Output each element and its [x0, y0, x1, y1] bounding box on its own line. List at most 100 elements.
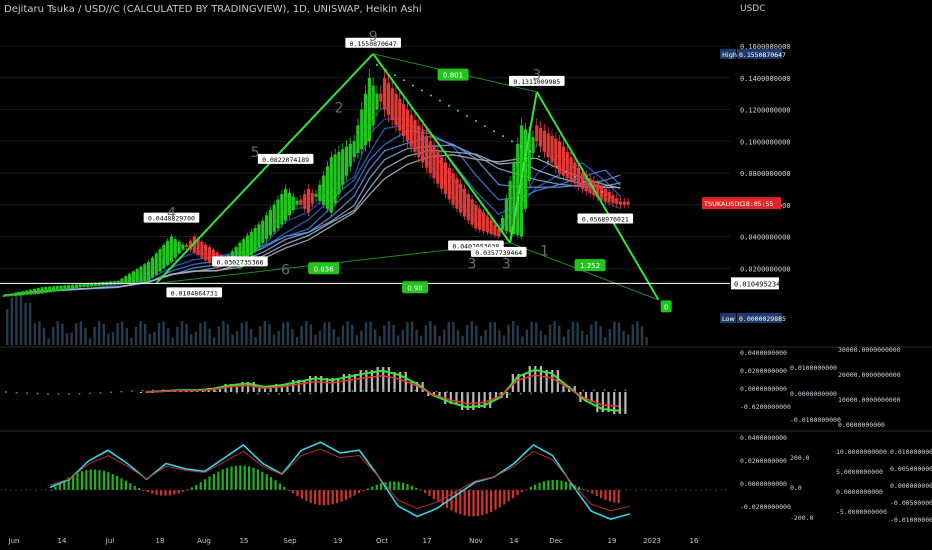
indicator2-histogram-bar: [476, 490, 479, 517]
candle-body: [348, 143, 352, 167]
indicator2-histogram-bar: [160, 490, 163, 496]
indicator2-histogram-bar: [89, 469, 92, 490]
indicator2-histogram-bar: [230, 466, 233, 490]
price-annotation-text: 0.0302735366: [216, 258, 263, 266]
candle-body: [413, 120, 417, 152]
volume-bar: [410, 322, 414, 345]
indicator1-dot: [99, 391, 102, 394]
candle-body: [17, 292, 21, 296]
candle-body: [253, 228, 257, 252]
candle-body: [257, 224, 261, 248]
candle-body: [569, 157, 573, 181]
candle-body: [70, 284, 75, 289]
volume-bar: [383, 325, 386, 345]
indicator1-dot: [561, 390, 564, 393]
volume-bar: [98, 321, 101, 345]
candle-body: [329, 157, 333, 213]
indicator2-histogram-bar: [120, 478, 123, 490]
indicator2-right-tick: 10.0000000000: [836, 448, 887, 456]
indicator2-mid-tick: -200.0: [790, 514, 814, 522]
indicator2-histogram-bar: [595, 490, 598, 497]
indicator1-dot: [435, 390, 438, 393]
candle-body: [618, 201, 623, 205]
indicator2-histogram-bar: [239, 465, 242, 490]
indicator2-histogram-bar: [393, 481, 396, 490]
indicator1-dot: [236, 391, 238, 394]
candle-body: [181, 244, 185, 250]
volume-bar: [397, 335, 400, 345]
volume-bar: [75, 323, 78, 345]
indicator1-dot: [593, 389, 595, 392]
volume-bar: [282, 322, 285, 345]
candle-body: [626, 201, 630, 205]
projection-dot: [393, 74, 396, 77]
indicator1-right-tick: 30000.0000000000: [838, 346, 901, 354]
indicator1-dot: [57, 393, 60, 395]
volume-bar: [84, 327, 87, 345]
volume-bar: [604, 337, 607, 345]
candle-body: [67, 285, 71, 290]
indicator1-dot: [68, 393, 70, 395]
candle-body: [421, 130, 425, 163]
volume-bar: [93, 326, 96, 345]
indicator2-histogram-bar: [94, 469, 97, 490]
indicator2-histogram-bar: [129, 483, 132, 490]
volume-bar: [194, 331, 197, 345]
volume-bar: [498, 330, 501, 345]
candle-body: [493, 224, 497, 236]
candle-body: [36, 288, 40, 294]
volume-bar: [6, 309, 9, 345]
indicator1-histogram-bar: [387, 367, 390, 392]
indicator1-histogram-bar: [522, 374, 526, 392]
indicator2-histogram-bar: [204, 479, 207, 490]
candle-body: [577, 167, 581, 187]
indicator2-histogram-bar: [481, 490, 484, 516]
indicator1-dot: [162, 389, 165, 391]
candle-body: [2, 295, 6, 297]
indicator2-histogram-bar: [366, 488, 369, 490]
indicator1-dot: [288, 393, 291, 395]
indicator2-histogram-bar: [124, 480, 127, 490]
candle-body: [603, 188, 607, 202]
volume-bar: [162, 321, 165, 345]
candle-body: [150, 257, 155, 278]
volume-bar: [585, 334, 588, 345]
projection-dot: [465, 114, 468, 117]
volume-bar: [111, 332, 115, 345]
indicator1-mid-tick: 0.0000000000: [790, 390, 837, 398]
projection-dot: [501, 135, 504, 138]
volume-bar: [157, 322, 161, 345]
indicator1-tick: 0.0000000000: [740, 385, 787, 393]
volume-bar: [38, 321, 41, 345]
candle-body: [447, 167, 451, 200]
volume-bar: [567, 329, 570, 345]
indicator1-dot: [425, 390, 427, 392]
indicator1-histogram-bar: [596, 392, 599, 412]
pattern-diagonal: [509, 242, 659, 301]
volume-bar: [571, 321, 575, 345]
volume-bar: [337, 336, 340, 345]
candle-body: [162, 244, 166, 269]
indicator1-dot: [299, 392, 301, 395]
projection-dot: [375, 64, 378, 67]
volume-bar: [443, 329, 446, 345]
wave-label: 5: [251, 145, 260, 161]
volume-bar: [19, 293, 23, 345]
indicator2-histogram-bar: [252, 467, 255, 490]
indicator2-histogram-bar: [406, 483, 409, 490]
volume-bar: [622, 331, 625, 345]
chart-canvas[interactable]: 0.16000000000.14000000000.12000000000.10…: [0, 0, 932, 550]
indicator2-histogram-bar: [551, 480, 554, 490]
indicator2-histogram-bar: [168, 490, 171, 496]
date-axis-label: Dec: [549, 537, 563, 545]
wave-label: 6: [281, 263, 290, 279]
indicator1-dot: [582, 389, 585, 392]
date-axis-label: 17: [423, 537, 432, 545]
candle-body: [276, 199, 280, 229]
projection-dot: [384, 69, 387, 72]
indicator2-histogram-bar: [534, 484, 537, 490]
candle-body: [356, 125, 360, 154]
volume-bar: [295, 336, 299, 345]
volume-bar: [470, 321, 473, 345]
volume-bar: [309, 324, 312, 345]
